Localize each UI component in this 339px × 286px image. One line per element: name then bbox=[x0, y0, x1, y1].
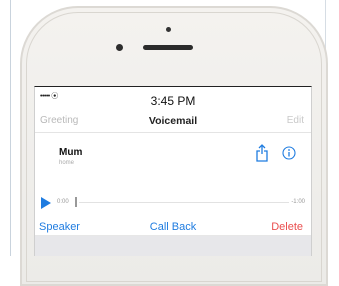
playback-progress-track[interactable] bbox=[79, 202, 289, 203]
navigation-bar: Greeting Voicemail Edit bbox=[35, 112, 311, 132]
phone-screen: ••••• ⦿ 3:45 PM Greeting Voicemail Edit … bbox=[34, 86, 312, 256]
frame-border-left bbox=[10, 0, 11, 256]
elapsed-time: 0:00 bbox=[57, 199, 69, 205]
status-clock: 3:45 PM bbox=[150, 94, 196, 108]
delete-button[interactable]: Delete bbox=[271, 221, 303, 233]
proximity-sensor bbox=[166, 27, 171, 32]
remaining-time: -1:00 bbox=[291, 199, 305, 205]
scrubber-handle[interactable] bbox=[75, 197, 77, 207]
divider bbox=[35, 132, 311, 133]
page-title: Voicemail bbox=[148, 115, 198, 127]
voicemail-contact-name[interactable]: Mum bbox=[59, 147, 82, 158]
earpiece-speaker bbox=[143, 45, 193, 50]
call-back-button[interactable]: Call Back bbox=[35, 221, 311, 233]
voicemail-contact-label: home bbox=[59, 160, 75, 166]
status-bar: ••••• ⦿ 3:45 PM bbox=[35, 87, 311, 108]
play-icon[interactable] bbox=[41, 197, 51, 209]
list-background bbox=[35, 236, 311, 256]
info-icon[interactable] bbox=[282, 146, 296, 160]
share-icon[interactable] bbox=[255, 144, 269, 162]
front-camera bbox=[116, 44, 123, 51]
edit-button[interactable]: Edit bbox=[287, 115, 304, 126]
